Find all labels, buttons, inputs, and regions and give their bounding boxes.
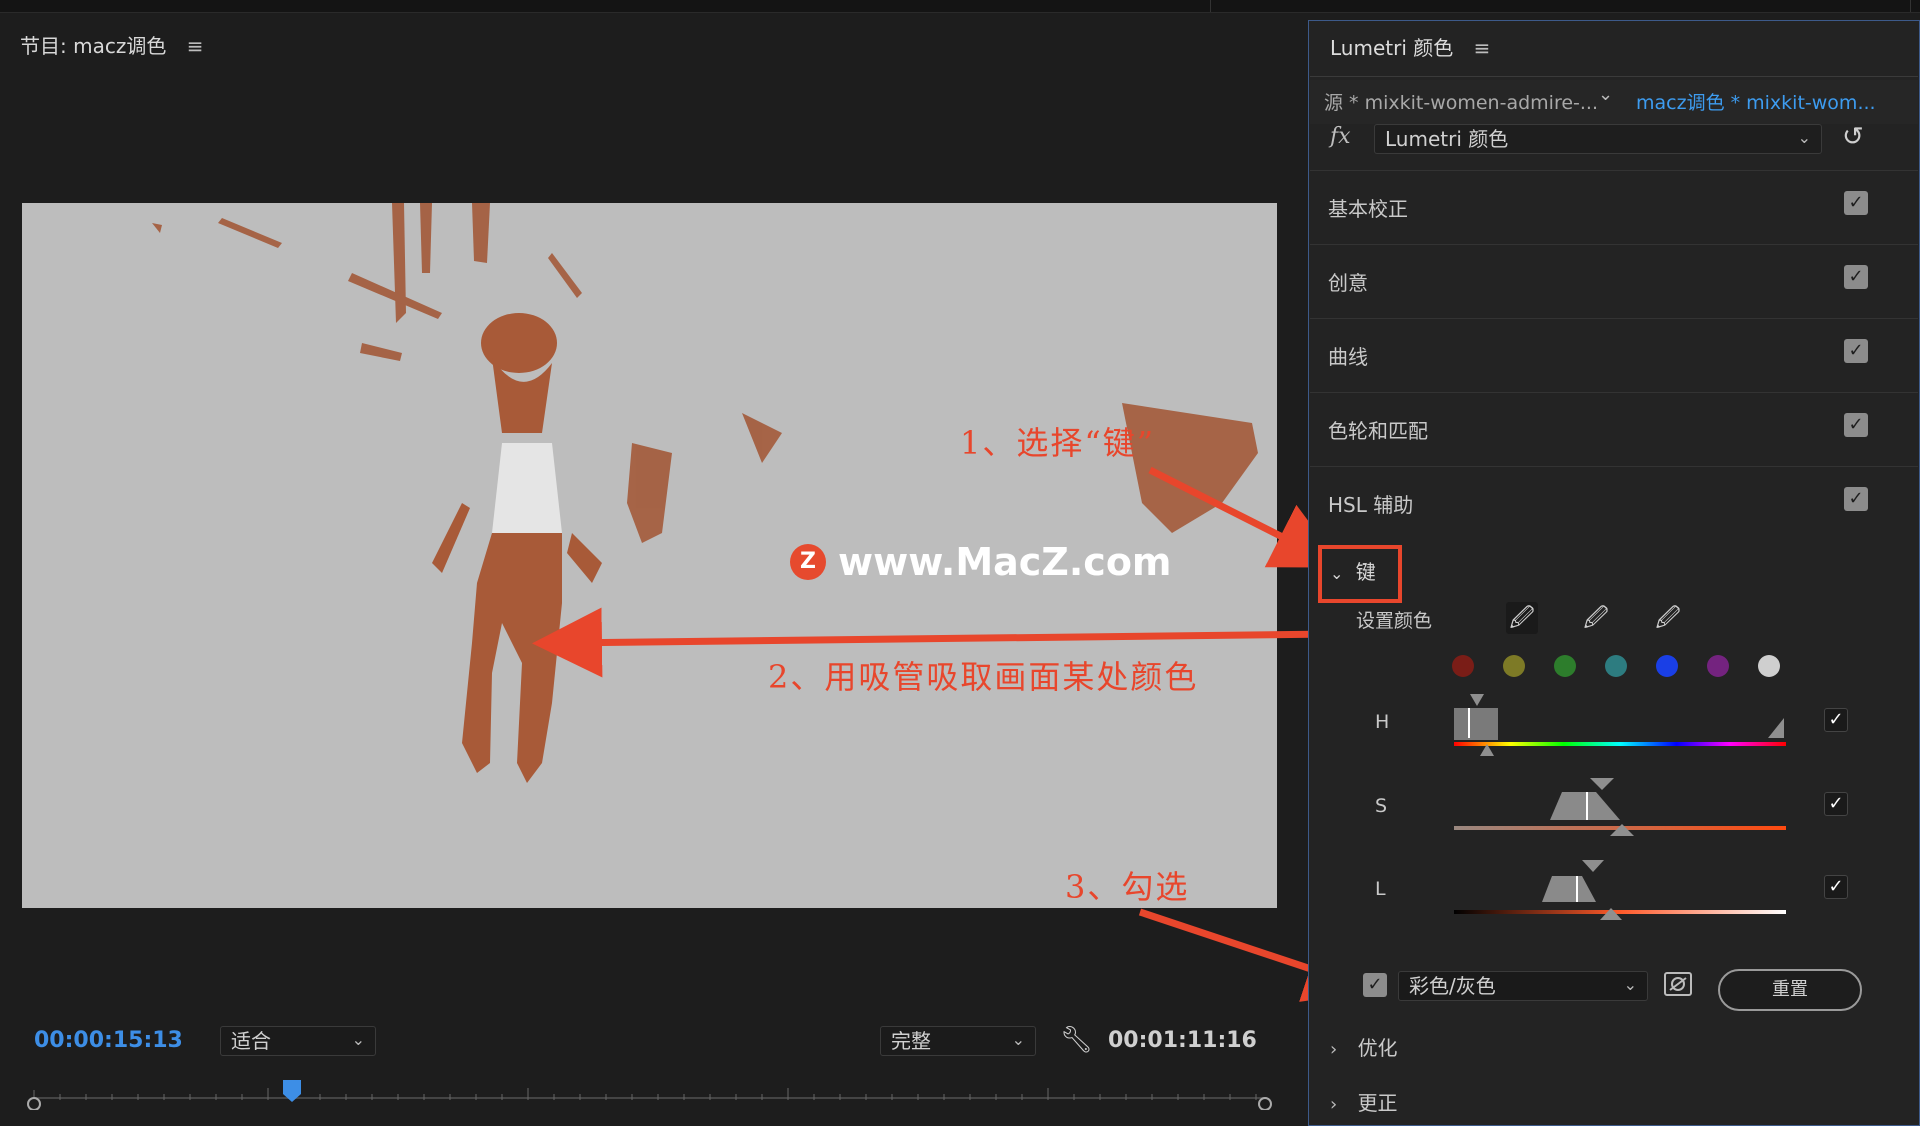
- swatch-magenta[interactable]: [1707, 655, 1729, 677]
- section-label: 色轮和匹配: [1328, 419, 1428, 443]
- chevron-right-icon: ›: [1330, 1094, 1338, 1115]
- quality-select[interactable]: 完整 ⌄: [880, 1026, 1036, 1056]
- saturation-slider[interactable]: [1450, 774, 1790, 844]
- chevron-down-icon: ⌄: [1011, 1030, 1025, 1049]
- panel-title-divider: [1310, 76, 1918, 77]
- effect-select-value: Lumetri 颜色: [1385, 127, 1509, 151]
- section-creative[interactable]: 创意 ✓: [1310, 244, 1918, 318]
- arrow-to-key: [1148, 466, 1343, 568]
- panel-menu-icon[interactable]: ≡: [1474, 36, 1491, 60]
- section-label: HSL 辅助: [1328, 493, 1414, 517]
- correct-toggle[interactable]: › 更正: [1330, 1087, 1398, 1116]
- saturation-label: S: [1375, 795, 1388, 817]
- current-timecode[interactable]: 00:00:15:13: [34, 1028, 183, 1053]
- hue-checkbox[interactable]: ✓: [1824, 708, 1848, 732]
- chevron-down-icon[interactable]: ⌄: [1598, 84, 1613, 105]
- zoom-select-value: 适合: [231, 1029, 271, 1053]
- show-mask-checkbox[interactable]: ✓: [1363, 973, 1387, 997]
- source-tab[interactable]: 源 * mixkit-women-admire-...: [1324, 88, 1598, 115]
- panel-title-label: Lumetri 颜色: [1330, 36, 1454, 60]
- key-toggle[interactable]: ⌄ 键: [1330, 556, 1376, 585]
- panel-title[interactable]: Lumetri 颜色 ≡: [1330, 32, 1490, 61]
- fx-icon: fx: [1330, 124, 1351, 149]
- saturation-checkbox[interactable]: ✓: [1824, 792, 1848, 816]
- luminance-slider[interactable]: [1450, 856, 1790, 926]
- key-label: 键: [1355, 560, 1376, 584]
- refine-toggle[interactable]: › 优化: [1330, 1032, 1398, 1061]
- eyedropper-subtract-icon[interactable]: 🖉︎: [1652, 602, 1684, 634]
- chevron-down-icon: ⌄: [1623, 975, 1637, 994]
- section-checkbox[interactable]: ✓: [1844, 191, 1868, 215]
- effect-select[interactable]: Lumetri 颜色 ⌄: [1374, 124, 1822, 154]
- section-checkbox[interactable]: ✓: [1844, 265, 1868, 289]
- section-checkbox[interactable]: ✓: [1844, 487, 1868, 511]
- sequence-tab[interactable]: macz调色 * mixkit-wom...: [1636, 88, 1876, 115]
- hue-slider[interactable]: [1450, 690, 1790, 760]
- swatch-red[interactable]: [1452, 655, 1474, 677]
- chevron-down-icon: ⌄: [351, 1030, 365, 1049]
- section-label: 曲线: [1328, 345, 1368, 369]
- swatch-yellow[interactable]: [1503, 655, 1525, 677]
- chevron-right-icon: ›: [1330, 1039, 1338, 1060]
- display-mode-select[interactable]: 彩色/灰色 ⌄: [1398, 971, 1648, 1001]
- luminance-checkbox[interactable]: ✓: [1824, 875, 1848, 899]
- chevron-down-icon: ⌄: [1330, 564, 1344, 583]
- zoom-select[interactable]: 适合 ⌄: [220, 1026, 376, 1056]
- section-label: 创意: [1328, 271, 1368, 295]
- quality-select-value: 完整: [891, 1029, 931, 1053]
- section-checkbox[interactable]: ✓: [1844, 339, 1868, 363]
- duration-timecode: 00:01:11:16: [1108, 1028, 1257, 1053]
- swatch-cyan[interactable]: [1605, 655, 1627, 677]
- swatch-white[interactable]: [1758, 655, 1780, 677]
- section-checkbox[interactable]: ✓: [1844, 413, 1868, 437]
- refine-label: 优化: [1357, 1036, 1398, 1060]
- section-curves[interactable]: 曲线 ✓: [1310, 318, 1918, 392]
- luminance-label: L: [1375, 878, 1386, 900]
- section-color-wheels[interactable]: 色轮和匹配 ✓: [1310, 392, 1918, 466]
- reset-effect-icon[interactable]: ↺: [1842, 122, 1864, 152]
- section-label: 基本校正: [1328, 197, 1408, 221]
- eyedropper-icon[interactable]: 🖉︎: [1506, 602, 1538, 634]
- set-color-label: 设置颜色: [1356, 610, 1433, 632]
- timeline-ruler[interactable]: [22, 1080, 1272, 1110]
- invert-mask-icon[interactable]: [1664, 972, 1692, 996]
- chevron-down-icon: ⌄: [1797, 128, 1811, 147]
- display-mode-value: 彩色/灰色: [1409, 974, 1496, 998]
- invert-mask-glyph: [1669, 977, 1687, 991]
- section-basic-correction[interactable]: 基本校正 ✓: [1310, 170, 1918, 244]
- swatch-green[interactable]: [1554, 655, 1576, 677]
- swatch-blue[interactable]: [1656, 655, 1678, 677]
- section-hsl-secondary[interactable]: HSL 辅助 ✓: [1310, 466, 1918, 540]
- wrench-icon[interactable]: 🔧︎: [1060, 1025, 1093, 1055]
- correct-label: 更正: [1357, 1091, 1398, 1115]
- reset-button[interactable]: 重置: [1718, 969, 1862, 1011]
- hue-label: H: [1375, 711, 1390, 733]
- eyedropper-add-icon[interactable]: 🖉︎: [1580, 602, 1612, 634]
